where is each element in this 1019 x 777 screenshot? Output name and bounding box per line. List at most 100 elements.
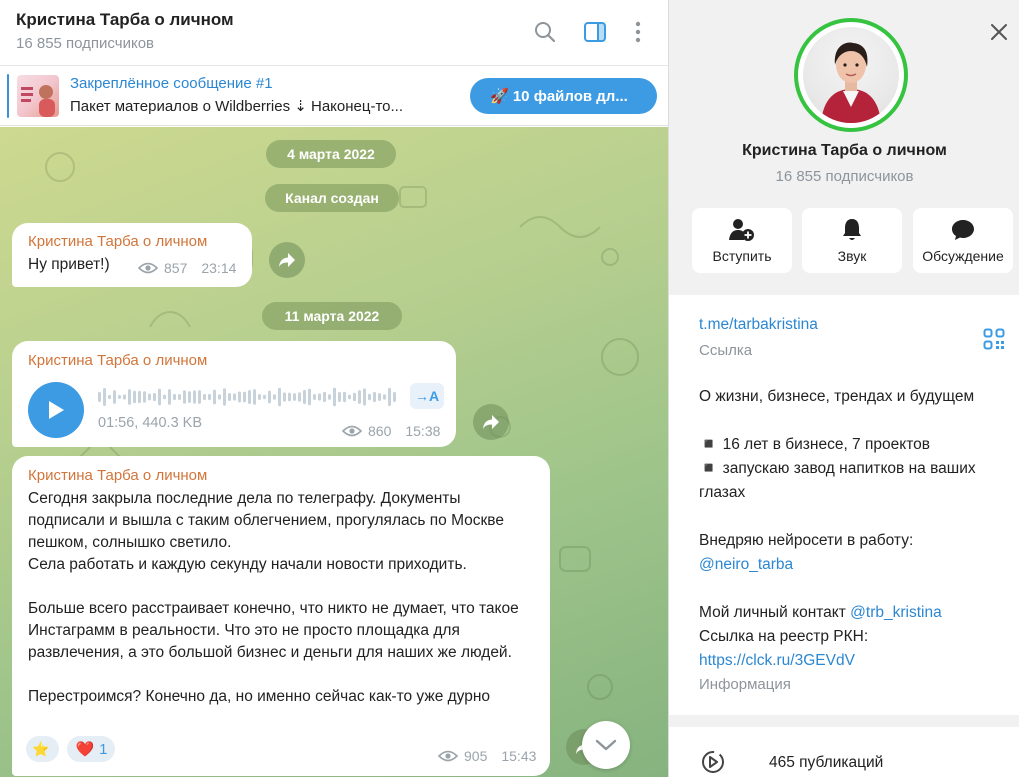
message-bubble[interactable]: Кристина Тарба о личном Сегодня закрыла …	[12, 456, 550, 776]
discussion-button[interactable]: Обсуждение	[913, 208, 1013, 273]
service-label: Канал создан	[285, 190, 379, 206]
qr-code-icon[interactable]	[983, 328, 1005, 350]
publications-row[interactable]: 465 публикаций	[669, 727, 1019, 777]
waveform-bar	[303, 389, 306, 405]
pinned-inline-button[interactable]: 🚀 10 файлов дл...	[470, 78, 657, 114]
message-author[interactable]: Кристина Тарба о личном	[28, 233, 207, 250]
channel-subscribers: 16 855 подписчиков	[775, 168, 914, 185]
sidebar-toggle-icon[interactable]	[581, 18, 609, 46]
neiro-handle-link[interactable]: @neiro_tarba	[699, 553, 1014, 577]
waveform-bar	[238, 391, 241, 403]
voice-waveform[interactable]	[98, 385, 398, 409]
waveform-bar	[173, 393, 176, 401]
message-time: 15:38	[405, 423, 441, 439]
rkn-link[interactable]: https://clck.ru/3GEVdV	[699, 649, 1014, 673]
message-bubble[interactable]: Кристина Тарба о личном Ну привет!) 857 …	[12, 223, 252, 287]
desc-line: Мой личный контакт @trb_kristina	[699, 601, 1014, 625]
waveform-bar	[178, 393, 181, 401]
waveform-bar	[148, 393, 151, 401]
message-feed[interactable]: 4 марта 2022 Канал создан Кристина Тарба…	[0, 127, 668, 777]
waveform-bar	[323, 391, 326, 403]
waveform-bar	[103, 388, 106, 406]
chat-header[interactable]: Кристина Тарба о личном 16 855 подписчик…	[0, 0, 668, 66]
waveform-bar	[108, 394, 111, 400]
waveform-bar	[158, 388, 161, 406]
waveform-bar	[188, 391, 191, 403]
waveform-bar	[348, 394, 351, 400]
waveform-bar	[228, 392, 231, 402]
info-caption: Информация	[699, 676, 791, 693]
waveform-bar	[118, 394, 121, 400]
star-reaction-icon: ⭐	[32, 740, 50, 757]
pinned-indicator	[7, 74, 9, 118]
waveform-bar	[133, 390, 136, 404]
waveform-bar	[338, 392, 341, 402]
message-time: 15:43	[501, 748, 537, 764]
pinned-text: Пакет материалов о Wildberries ⇣ Наконец…	[70, 98, 404, 115]
chat-area: Кристина Тарба о личном 16 855 подписчик…	[0, 0, 668, 777]
publications-icon	[702, 751, 724, 773]
waveform-bar	[98, 392, 101, 402]
search-icon[interactable]	[531, 18, 559, 46]
waveform-bar	[383, 394, 386, 400]
pinned-title: Закреплённое сообщение #1	[70, 75, 273, 92]
message-author[interactable]: Кристина Тарба о личном	[28, 467, 207, 484]
forward-icon	[279, 253, 295, 267]
forward-button[interactable]	[269, 242, 305, 278]
waveform-bar	[183, 390, 186, 404]
reaction-chip[interactable]: ⭐	[26, 736, 60, 762]
message-bubble[interactable]: Кристина Тарба о личном →A 01:56, 440.3 …	[12, 341, 456, 447]
close-button[interactable]	[987, 20, 1011, 44]
waveform-bar	[368, 393, 371, 401]
pinned-thumbnail	[17, 75, 59, 117]
publications-count: 465 публикаций	[769, 754, 884, 771]
waveform-bar	[193, 390, 196, 404]
waveform-bar	[373, 391, 376, 403]
join-button[interactable]: Вступить	[692, 208, 792, 273]
channel-link[interactable]: t.me/tarbakristina	[699, 316, 818, 334]
views-icon	[438, 750, 458, 762]
waveform-bar	[223, 388, 226, 406]
scroll-to-bottom-button[interactable]	[582, 721, 630, 769]
waveform-bar	[198, 390, 201, 404]
waveform-bar	[333, 387, 336, 407]
sound-label: Звук	[837, 248, 867, 264]
more-icon[interactable]	[624, 18, 652, 46]
avatar-ring[interactable]	[794, 18, 908, 132]
views-icon	[342, 425, 362, 437]
date-label: 11 марта 2022	[284, 308, 380, 324]
channel-description: О жизни, бизнесе, трендах и будущем ◾️ 1…	[699, 385, 1014, 673]
waveform-bar	[258, 394, 261, 400]
waveform-bar	[343, 391, 346, 403]
waveform-bar	[268, 390, 271, 404]
views-count: 860	[368, 423, 392, 439]
forward-button[interactable]	[473, 404, 509, 440]
transcribe-button[interactable]: →A	[410, 383, 444, 409]
waveform-bar	[288, 392, 291, 402]
chevron-down-icon	[595, 739, 617, 751]
waveform-bar	[318, 393, 321, 401]
waveform-bar	[293, 393, 296, 401]
waveform-bar	[163, 394, 166, 400]
contact-handle-link[interactable]: @trb_kristina	[850, 604, 942, 621]
waveform-bar	[243, 391, 246, 403]
message-author[interactable]: Кристина Тарба о личном	[28, 352, 207, 369]
date-separator: 4 марта 2022	[266, 140, 396, 168]
chat-title[interactable]: Кристина Тарба о личном	[16, 10, 234, 30]
panel-header: Кристина Тарба о личном 16 855 подписчик…	[669, 0, 1019, 295]
date-label: 4 марта 2022	[287, 146, 375, 162]
waveform-bar	[353, 392, 356, 402]
bell-icon	[843, 219, 861, 240]
reaction-chip[interactable]: ❤️ 1	[67, 736, 116, 762]
date-separator: 11 марта 2022	[262, 302, 402, 330]
message-text: Сегодня закрыла последние дела по телегр…	[28, 490, 519, 705]
play-button[interactable]	[28, 382, 84, 438]
sound-button[interactable]: Звук	[802, 208, 902, 273]
desc-line: Внедряю нейросети в работу:	[699, 532, 914, 549]
waveform-bar	[248, 390, 251, 404]
views-icon	[138, 262, 158, 274]
waveform-bar	[208, 393, 211, 401]
waveform-bar	[363, 388, 366, 406]
waveform-bar	[128, 389, 131, 405]
desc-line: Ссылка на реестр РКН:	[699, 628, 869, 645]
